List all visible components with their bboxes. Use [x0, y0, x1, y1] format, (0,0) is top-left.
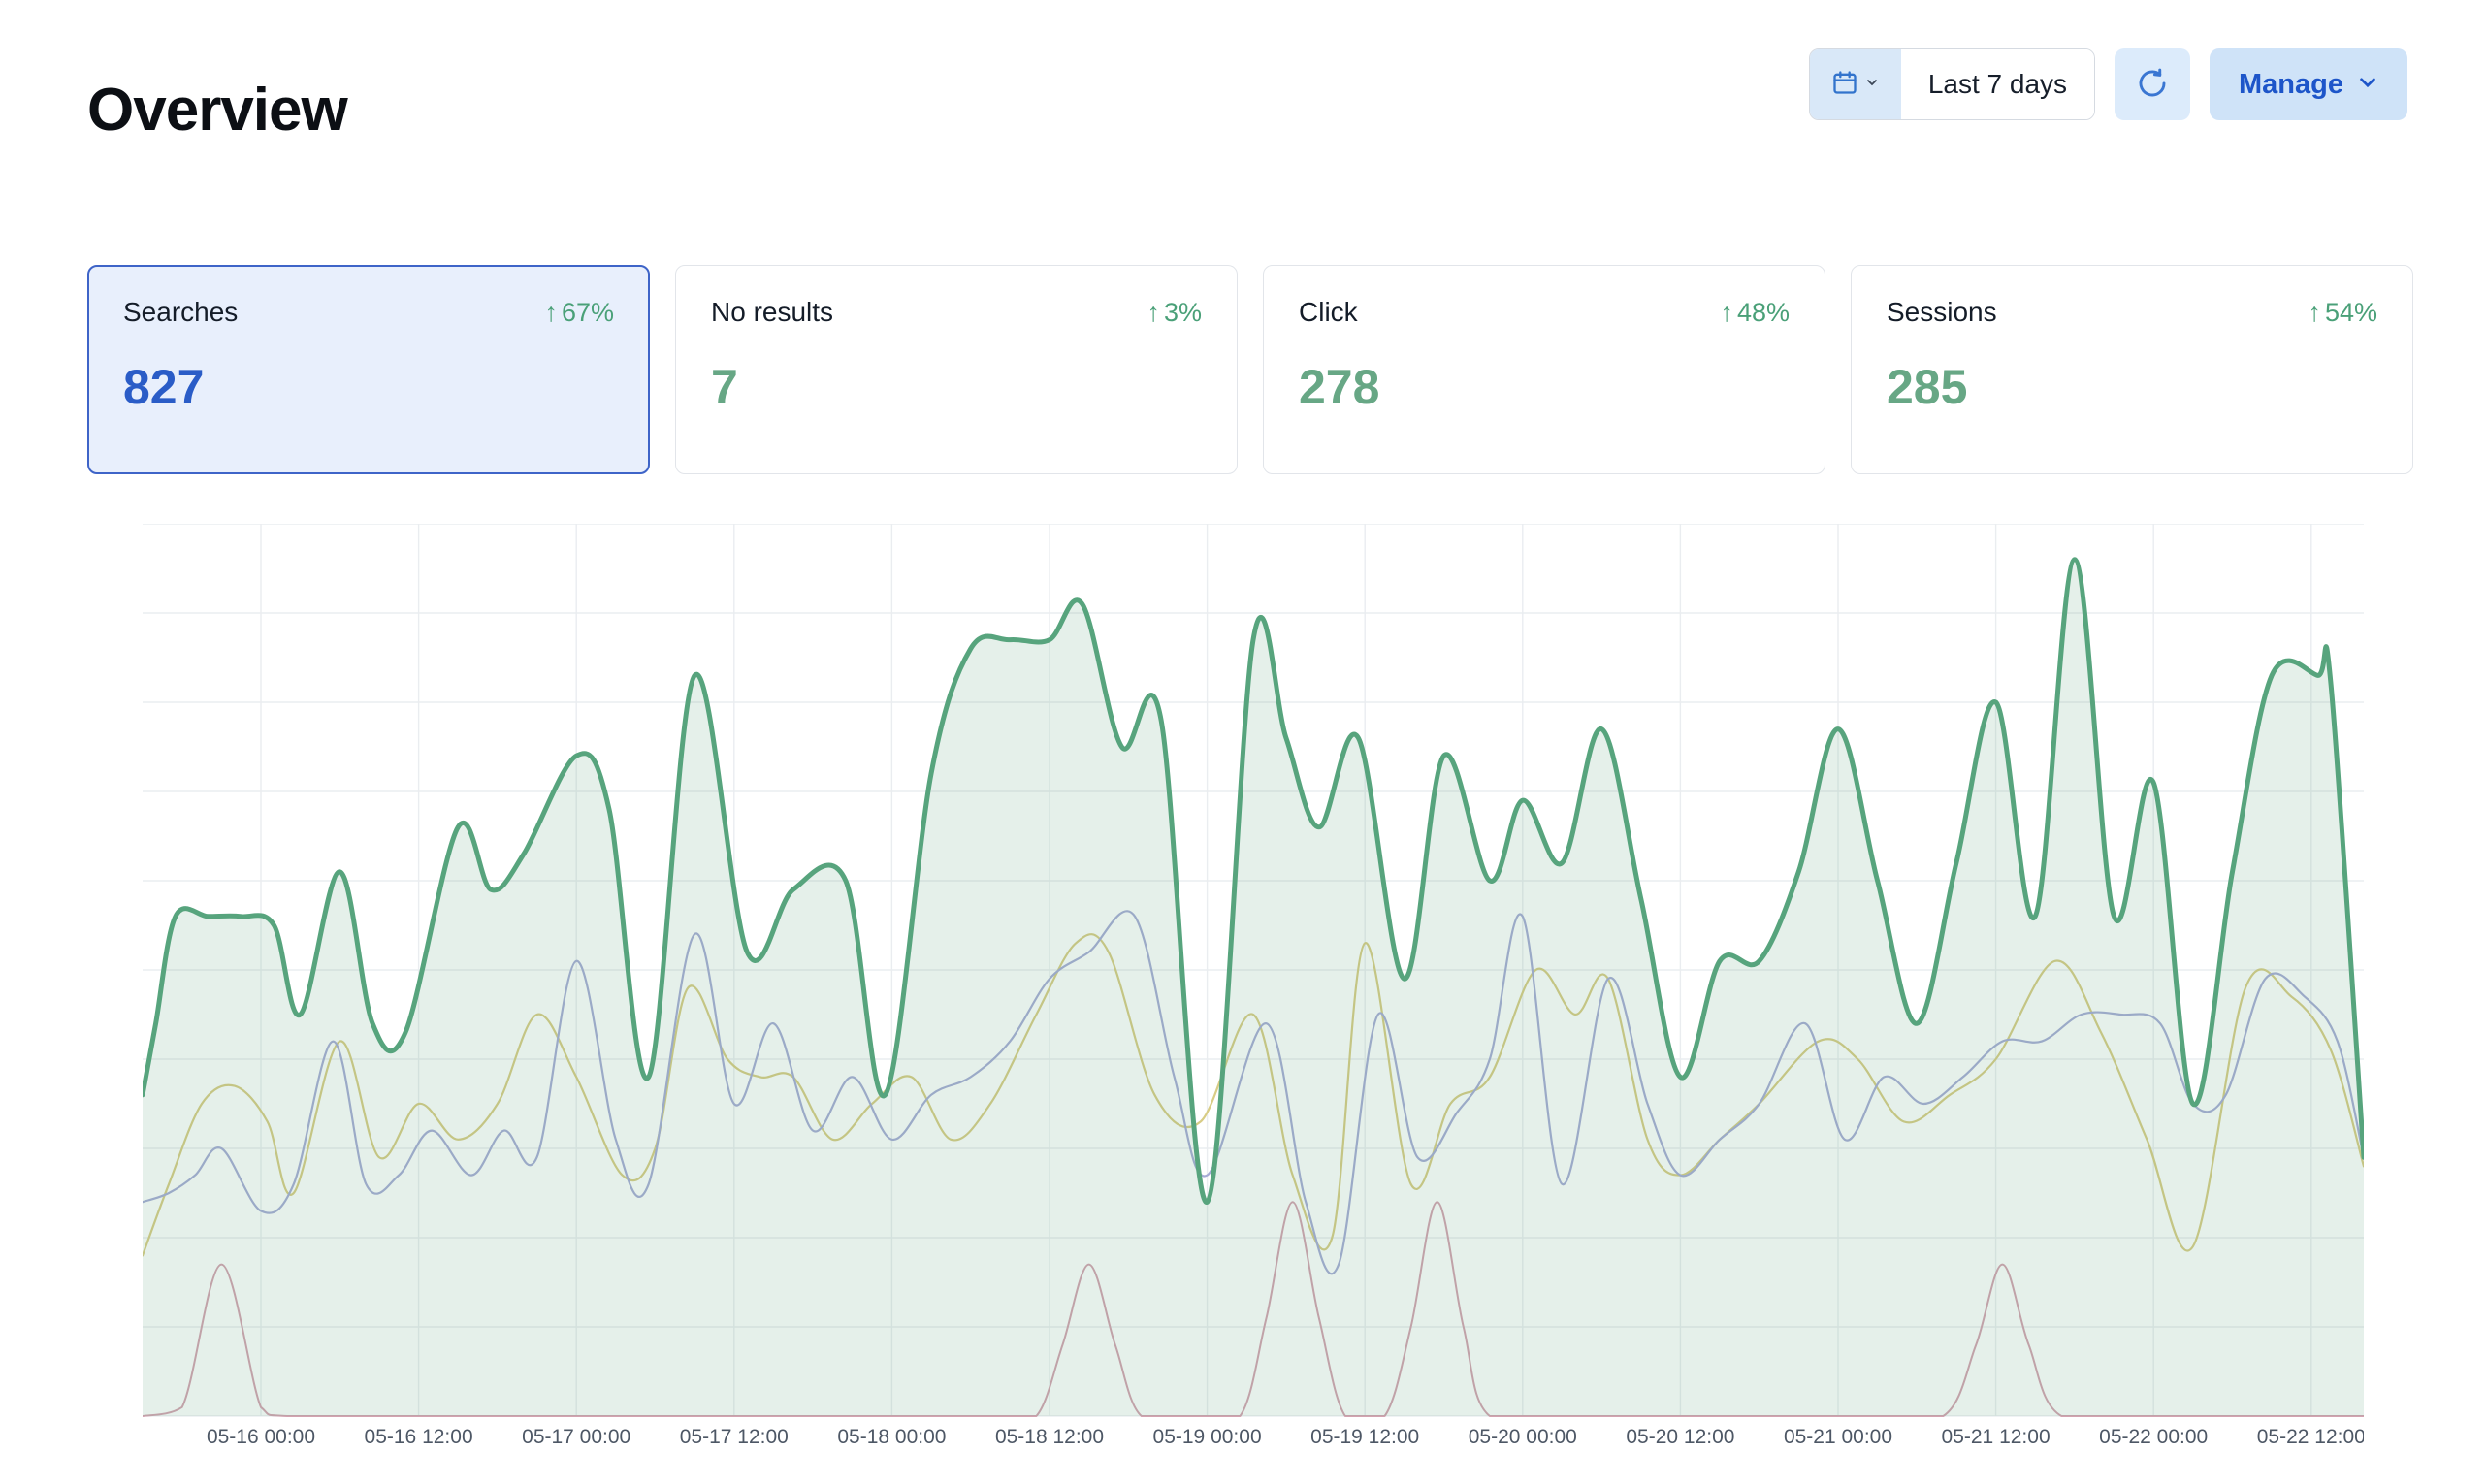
- stat-card-click[interactable]: Click ↑48% 278: [1263, 265, 1825, 474]
- stat-card-value: 827: [123, 359, 614, 415]
- stat-cards-row: Searches ↑67% 827 No results ↑3% 7 Click…: [87, 265, 2413, 474]
- stat-card-delta: ↑67%: [544, 298, 614, 328]
- x-tick-label: 05-20 00:00: [1469, 1426, 1577, 1448]
- stat-card-value: 285: [1887, 359, 2377, 415]
- manage-button-label: Manage: [2239, 69, 2343, 101]
- page-title: Overview: [87, 76, 347, 145]
- stat-card-label: No results: [711, 297, 833, 328]
- x-tick-label: 05-21 00:00: [1784, 1426, 1892, 1448]
- x-tick-label: 05-17 00:00: [522, 1426, 630, 1448]
- stat-card-delta-value: 48%: [1737, 298, 1790, 328]
- arrow-up-icon: ↑: [1720, 298, 1733, 328]
- header-controls: Last 7 days Manage: [1809, 48, 2407, 120]
- stat-card-searches[interactable]: Searches ↑67% 827: [87, 265, 650, 474]
- x-tick-label: 05-22 12:00: [2257, 1426, 2364, 1448]
- stat-card-label: Searches: [123, 297, 238, 328]
- x-tick-label: 05-22 00:00: [2099, 1426, 2208, 1448]
- calendar-dropdown-button[interactable]: [1810, 49, 1901, 119]
- manage-button[interactable]: Manage: [2210, 48, 2407, 120]
- x-tick-label: 05-18 00:00: [837, 1426, 946, 1448]
- date-range-picker: Last 7 days: [1809, 48, 2095, 120]
- arrow-up-icon: ↑: [1147, 298, 1160, 328]
- x-tick-label: 05-18 12:00: [995, 1426, 1104, 1448]
- x-tick-label: 05-20 12:00: [1626, 1426, 1734, 1448]
- stat-card-delta: ↑3%: [1147, 298, 1202, 328]
- stat-card-value: 7: [711, 359, 1202, 415]
- green-series-area: [143, 560, 2364, 1416]
- stat-card-value: 278: [1299, 359, 1790, 415]
- overview-chart-svg: 05-16 00:00 05-16 12:00 05-17 00:00 05-17 1…: [143, 524, 2364, 1450]
- stat-card-delta-value: 67%: [562, 298, 614, 328]
- x-tick-label: 05-16 00:00: [207, 1426, 315, 1448]
- date-range-label[interactable]: Last 7 days: [1901, 49, 2094, 119]
- arrow-up-icon: ↑: [2308, 298, 2321, 328]
- stat-card-label: Sessions: [1887, 297, 1997, 328]
- calendar-icon: [1831, 69, 1858, 101]
- refresh-button[interactable]: [2115, 48, 2190, 120]
- x-tick-label: 05-16 12:00: [365, 1426, 473, 1448]
- refresh-icon: [2137, 68, 2168, 102]
- stat-card-sessions[interactable]: Sessions ↑54% 285: [1851, 265, 2413, 474]
- stat-card-delta-value: 3%: [1164, 298, 1202, 328]
- x-tick-label: 05-19 12:00: [1310, 1426, 1419, 1448]
- x-tick-label: 05-19 00:00: [1153, 1426, 1262, 1448]
- stat-card-delta: ↑48%: [1720, 298, 1790, 328]
- stat-card-no-results[interactable]: No results ↑3% 7: [675, 265, 1238, 474]
- stat-card-label: Click: [1299, 297, 1358, 328]
- stat-card-delta-value: 54%: [2325, 298, 2377, 328]
- chevron-down-icon: [1864, 75, 1880, 95]
- x-tick-label: 05-21 12:00: [1942, 1426, 2051, 1448]
- chevron-down-icon: [2357, 69, 2378, 101]
- arrow-up-icon: ↑: [544, 298, 558, 328]
- analytics-chart: 05-16 00:00 05-16 12:00 05-17 00:00 05-17 1…: [143, 524, 2364, 1450]
- x-tick-label: 05-17 12:00: [680, 1426, 789, 1448]
- stat-card-delta: ↑54%: [2308, 298, 2377, 328]
